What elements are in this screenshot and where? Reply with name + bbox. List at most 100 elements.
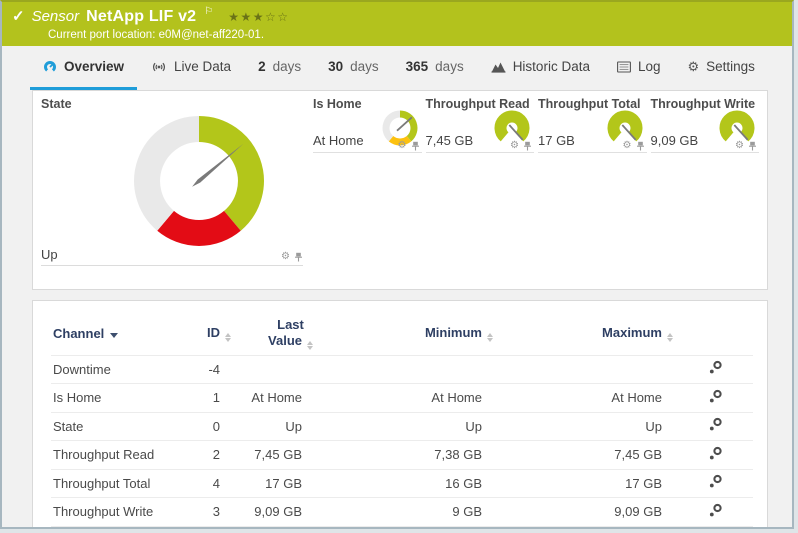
cell-last-value: 17 GB <box>231 469 313 498</box>
column-header-maximum[interactable]: Maximum <box>493 313 673 355</box>
stars-empty[interactable]: ☆☆ <box>265 10 290 24</box>
cell-maximum: 7,45 GB <box>493 441 673 470</box>
cell-id: 4 <box>201 469 231 498</box>
cell-channel: Downtime <box>51 355 201 384</box>
cell-minimum: 9 GB <box>313 498 493 527</box>
gauge-gear-icon[interactable]: ⚙ <box>281 252 290 262</box>
tab-historic-data-label: Historic Data <box>513 59 590 74</box>
cell-minimum: Up <box>313 412 493 441</box>
throughput-total-gauge-cell: Throughput Total 17 GB ⚙ <box>538 97 647 153</box>
tab-30-days[interactable]: 30 days <box>315 46 392 90</box>
cell-channel: Throughput Read <box>51 441 201 470</box>
cell-last-value: At Home <box>231 384 313 413</box>
cell-maximum: 9,09 GB <box>493 498 673 527</box>
tab-overview-label: Overview <box>64 59 124 74</box>
throughput-total-gauge-label: Throughput Total <box>538 97 647 111</box>
tab-overview[interactable]: Overview <box>30 46 137 90</box>
sort-desc-icon <box>110 333 118 338</box>
column-header-minimum[interactable]: Minimum <box>313 313 493 355</box>
cell-id: 3 <box>201 498 231 527</box>
tab-settings-label: Settings <box>706 59 755 74</box>
channel-settings-icon[interactable] <box>708 360 723 375</box>
gauge-gear-icon[interactable]: ⚙ <box>510 141 519 151</box>
content-area: State Up ⚙ <box>2 90 792 529</box>
throughput-read-gauge-value: 7,45 GB <box>426 133 474 148</box>
cell-minimum: At Home <box>313 384 493 413</box>
column-header-settings <box>673 313 753 355</box>
is-home-gauge-cell: Is Home At Home ⚙ <box>313 97 422 153</box>
gauge-gear-icon[interactable]: ⚙ <box>735 141 744 151</box>
historic-chart-icon <box>491 61 506 73</box>
cell-id: 1 <box>201 384 231 413</box>
tab-bar: Overview Live Data 2 days 30 days 365 da… <box>2 46 792 90</box>
cell-id: -4 <box>201 355 231 384</box>
state-gauge-value: Up <box>41 247 58 262</box>
table-row: State 0 Up Up Up <box>51 412 753 441</box>
channel-settings-icon[interactable] <box>708 503 723 518</box>
gauge-pin-icon[interactable] <box>411 141 420 151</box>
status-check-icon: ✓ <box>12 9 25 24</box>
sensor-title: NetApp LIF v2 <box>86 8 196 26</box>
tab-live-data[interactable]: Live Data <box>138 46 244 90</box>
table-row: Downtime -4 <box>51 355 753 384</box>
channels-table-panel: Channel ID LastValue Minimum Maximum Dow… <box>32 300 768 529</box>
sort-icon <box>225 333 231 342</box>
state-gauge[interactable] <box>129 111 269 251</box>
cell-maximum: 17 GB <box>493 469 673 498</box>
cell-id: 0 <box>201 412 231 441</box>
column-header-channel[interactable]: Channel <box>51 313 201 355</box>
table-row <box>51 526 753 529</box>
log-icon <box>617 61 631 73</box>
cell-channel: Is Home <box>51 384 201 413</box>
tab-2-days[interactable]: 2 days <box>245 46 314 90</box>
column-header-id[interactable]: ID <box>201 313 231 355</box>
gauge-icon <box>43 60 57 74</box>
gauge-pin-icon[interactable] <box>294 252 303 262</box>
is-home-gauge-value: At Home <box>313 133 364 148</box>
priority-stars[interactable]: ★★★☆☆ <box>228 10 289 24</box>
gauge-gear-icon[interactable]: ⚙ <box>623 141 632 151</box>
cell-id: 2 <box>201 441 231 470</box>
sensor-header: ✓ Sensor NetApp LIF v2 ⚐ ★★★☆☆ Current p… <box>2 2 792 46</box>
throughput-write-gauge-cell: Throughput Write 9,09 GB ⚙ <box>651 97 760 153</box>
gauge-pin-icon[interactable] <box>636 141 645 151</box>
tab-log[interactable]: Log <box>604 46 674 90</box>
throughput-read-gauge-cell: Throughput Read 7,45 GB ⚙ <box>426 97 535 153</box>
cell-last-value: 7,45 GB <box>231 441 313 470</box>
column-header-last-value[interactable]: LastValue <box>231 313 313 355</box>
cell-maximum: At Home <box>493 384 673 413</box>
throughput-write-gauge-label: Throughput Write <box>651 97 760 111</box>
channel-settings-icon[interactable] <box>708 474 723 489</box>
cell-last-value <box>231 355 313 384</box>
is-home-gauge-label: Is Home <box>313 97 422 111</box>
channel-settings-icon[interactable] <box>708 389 723 404</box>
throughput-write-gauge-value: 9,09 GB <box>651 133 699 148</box>
table-row: Throughput Read 2 7,45 GB 7,38 GB 7,45 G… <box>51 441 753 470</box>
sort-icon <box>667 333 673 342</box>
throughput-read-gauge-label: Throughput Read <box>426 97 535 111</box>
tab-live-data-label: Live Data <box>174 59 231 74</box>
sort-icon <box>307 341 313 350</box>
gauge-pin-icon[interactable] <box>523 141 532 151</box>
sort-icon <box>487 333 493 342</box>
channels-table: Channel ID LastValue Minimum Maximum Dow… <box>51 313 753 529</box>
state-gauge-cell: State Up ⚙ <box>41 97 309 283</box>
sensor-subtitle: Current port location: e0M@net-aff220-01… <box>12 29 782 41</box>
gauge-gear-icon[interactable]: ⚙ <box>398 141 407 151</box>
channel-settings-icon[interactable] <box>708 446 723 461</box>
tab-settings[interactable]: ⚙ Settings <box>674 46 767 90</box>
cell-minimum <box>313 355 493 384</box>
table-row: Throughput Write 3 9,09 GB 9 GB 9,09 GB <box>51 498 753 527</box>
tab-log-label: Log <box>638 59 661 74</box>
cell-channel: State <box>51 412 201 441</box>
flag-icon[interactable]: ⚐ <box>204 6 213 17</box>
tab-365-days[interactable]: 365 days <box>393 46 477 90</box>
channel-settings-icon[interactable] <box>708 417 723 432</box>
cell-maximum <box>493 355 673 384</box>
table-row: Throughput Total 4 17 GB 16 GB 17 GB <box>51 469 753 498</box>
stars-filled[interactable]: ★★★ <box>228 10 265 24</box>
tab-historic-data[interactable]: Historic Data <box>478 46 603 90</box>
gauge-pin-icon[interactable] <box>748 141 757 151</box>
live-data-icon <box>151 61 167 73</box>
gauges-panel: State Up ⚙ <box>32 90 768 290</box>
